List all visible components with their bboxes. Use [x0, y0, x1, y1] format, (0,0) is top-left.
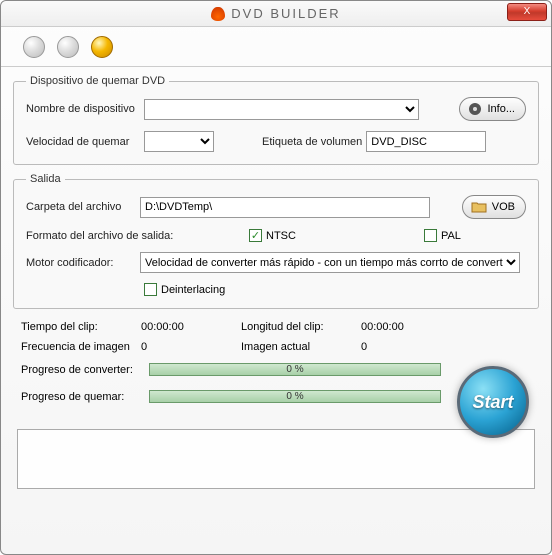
- burn-progress-label: Progreso de quemar:: [21, 391, 141, 403]
- vob-label: VOB: [492, 201, 515, 213]
- ntsc-checkbox[interactable]: ✓ NTSC: [249, 229, 296, 242]
- device-name-select[interactable]: [144, 99, 419, 120]
- folder-label: Carpeta del archivo: [26, 201, 136, 213]
- pal-label: PAL: [441, 230, 461, 242]
- pal-checkbox[interactable]: PAL: [424, 229, 461, 242]
- current-frame-label: Imagen actual: [241, 341, 361, 353]
- start-button-label: Start: [472, 392, 513, 413]
- orb-1[interactable]: [23, 36, 45, 58]
- title-bar: DVD BUILDER X: [1, 1, 551, 27]
- encoder-label: Motor codificador:: [26, 257, 136, 269]
- clip-length-label: Longitud del clip:: [241, 321, 361, 333]
- format-label: Formato del archivo de salida:: [26, 230, 181, 242]
- check-icon: ✓: [249, 229, 262, 242]
- checkbox-empty-icon: [144, 283, 157, 296]
- clip-length-value: 00:00:00: [361, 321, 461, 333]
- orb-toolbar: [1, 27, 551, 67]
- checkbox-empty-icon: [424, 229, 437, 242]
- orb-3[interactable]: [91, 36, 113, 58]
- folder-icon: [471, 201, 487, 213]
- ntsc-label: NTSC: [266, 230, 296, 242]
- window-controls: X: [507, 3, 547, 21]
- convert-progress-text: 0 %: [286, 364, 303, 375]
- disc-icon: [468, 102, 482, 116]
- orb-2[interactable]: [57, 36, 79, 58]
- window-title: DVD BUILDER: [231, 6, 340, 21]
- clip-time-label: Tiempo del clip:: [21, 321, 141, 333]
- burn-speed-label: Velocidad de quemar: [26, 136, 140, 148]
- output-legend: Salida: [26, 173, 65, 185]
- device-group: Dispositivo de quemar DVD Nombre de disp…: [13, 75, 539, 165]
- window-title-wrap: DVD BUILDER: [211, 6, 340, 21]
- info-button-label: Info...: [487, 103, 515, 115]
- app-window: DVD BUILDER X Dispositivo de quemar DVD …: [0, 0, 552, 555]
- current-frame-value: 0: [361, 341, 461, 353]
- device-legend: Dispositivo de quemar DVD: [26, 75, 169, 87]
- device-name-label: Nombre de dispositivo: [26, 103, 140, 115]
- info-button[interactable]: Info...: [459, 97, 526, 121]
- burn-speed-select[interactable]: [144, 131, 214, 152]
- clip-time-value: 00:00:00: [141, 321, 241, 333]
- framerate-label: Frecuencia de imagen: [21, 341, 141, 353]
- progress-area: Progreso de converter: 0 % Progreso de q…: [21, 363, 531, 403]
- output-group: Salida Carpeta del archivo VOB Formato d…: [13, 173, 539, 309]
- browse-button[interactable]: VOB: [462, 195, 526, 219]
- folder-input[interactable]: [140, 197, 430, 218]
- close-button[interactable]: X: [507, 3, 547, 21]
- burn-progress-bar: 0 %: [149, 390, 441, 403]
- burn-progress-text: 0 %: [286, 391, 303, 402]
- volume-input[interactable]: [366, 131, 486, 152]
- volume-label: Etiqueta de volumen: [262, 136, 362, 148]
- log-textarea[interactable]: [17, 429, 535, 489]
- encoder-select[interactable]: Velocidad de converter más rápido - con …: [140, 252, 520, 273]
- deinterlacing-checkbox[interactable]: Deinterlacing: [144, 283, 225, 296]
- convert-progress-label: Progreso de converter:: [21, 364, 141, 376]
- burn-icon: [211, 7, 225, 21]
- convert-progress-bar: 0 %: [149, 363, 441, 376]
- start-button[interactable]: Start: [457, 366, 529, 438]
- framerate-value: 0: [141, 341, 241, 353]
- deinterlacing-label: Deinterlacing: [161, 284, 225, 296]
